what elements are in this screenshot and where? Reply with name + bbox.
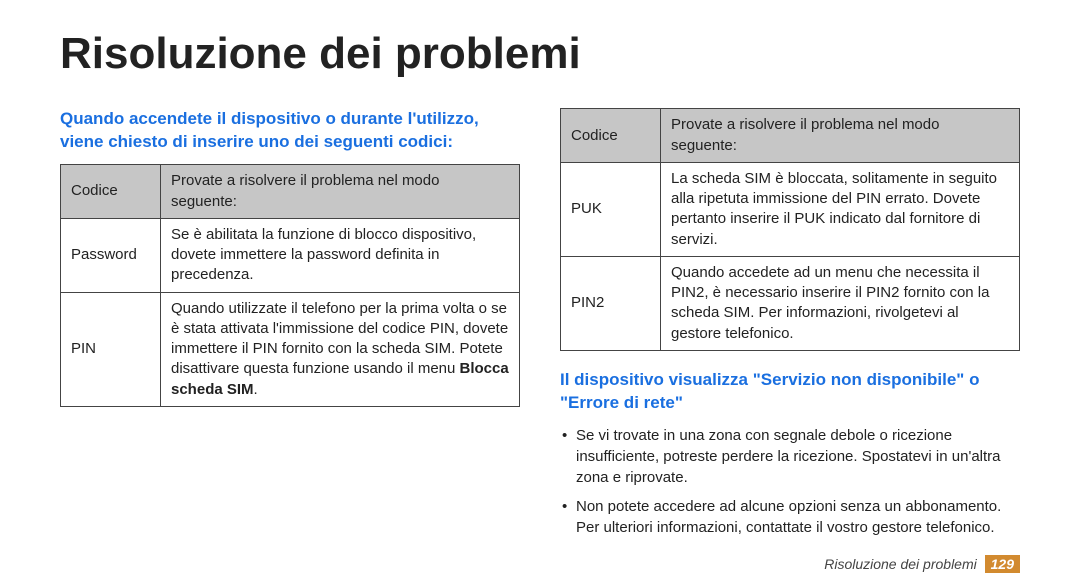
left-column: Quando accendete il dispositivo o durant… xyxy=(60,108,520,545)
codes-table-left: Codice Provate a risolvere il problema n… xyxy=(60,164,520,407)
th-solution: Provate a risolvere il problema nel modo… xyxy=(661,109,1020,163)
table-header-row: Codice Provate a risolvere il problema n… xyxy=(61,165,520,219)
cell-text: Se è abilitata la funzione di blocco dis… xyxy=(161,218,520,292)
table-header-row: Codice Provate a risolvere il problema n… xyxy=(561,109,1020,163)
page-title: Risoluzione dei problemi xyxy=(60,30,1020,78)
cell-code: PIN xyxy=(61,292,161,406)
pin-text-pre: Quando utilizzate il telefono per la pri… xyxy=(171,300,508,378)
section1-heading: Quando accendete il dispositivo o durant… xyxy=(60,108,520,154)
list-item: Se vi trovate in una zona con segnale de… xyxy=(560,425,1020,488)
cell-code: PUK xyxy=(561,162,661,256)
page-footer: Risoluzione dei problemi 129 xyxy=(824,556,1020,572)
footer-label: Risoluzione dei problemi xyxy=(824,556,977,572)
table-row: PUK La scheda SIM è bloccata, solitament… xyxy=(561,162,1020,256)
section2-heading: Il dispositivo visualizza "Servizio non … xyxy=(560,369,1020,415)
cell-text: Quando accedete ad un menu che necessita… xyxy=(661,256,1020,350)
codes-table-right: Codice Provate a risolvere il problema n… xyxy=(560,108,1020,351)
table-row: Password Se è abilitata la funzione di b… xyxy=(61,218,520,292)
table-row: PIN2 Quando accedete ad un menu che nece… xyxy=(561,256,1020,350)
cell-code: PIN2 xyxy=(561,256,661,350)
list-item: Non potete accedere ad alcune opzioni se… xyxy=(560,496,1020,538)
pin-text-post: . xyxy=(254,381,258,398)
cell-code: Password xyxy=(61,218,161,292)
table-row: PIN Quando utilizzate il telefono per la… xyxy=(61,292,520,406)
th-code: Codice xyxy=(561,109,661,163)
cell-text: Quando utilizzate il telefono per la pri… xyxy=(161,292,520,406)
th-code: Codice xyxy=(61,165,161,219)
page-number: 129 xyxy=(985,555,1020,573)
right-column: Codice Provate a risolvere il problema n… xyxy=(560,108,1020,545)
section2-list: Se vi trovate in una zona con segnale de… xyxy=(560,425,1020,538)
content-columns: Quando accendete il dispositivo o durant… xyxy=(60,108,1020,545)
th-solution: Provate a risolvere il problema nel modo… xyxy=(161,165,520,219)
cell-text: La scheda SIM è bloccata, solitamente in… xyxy=(661,162,1020,256)
